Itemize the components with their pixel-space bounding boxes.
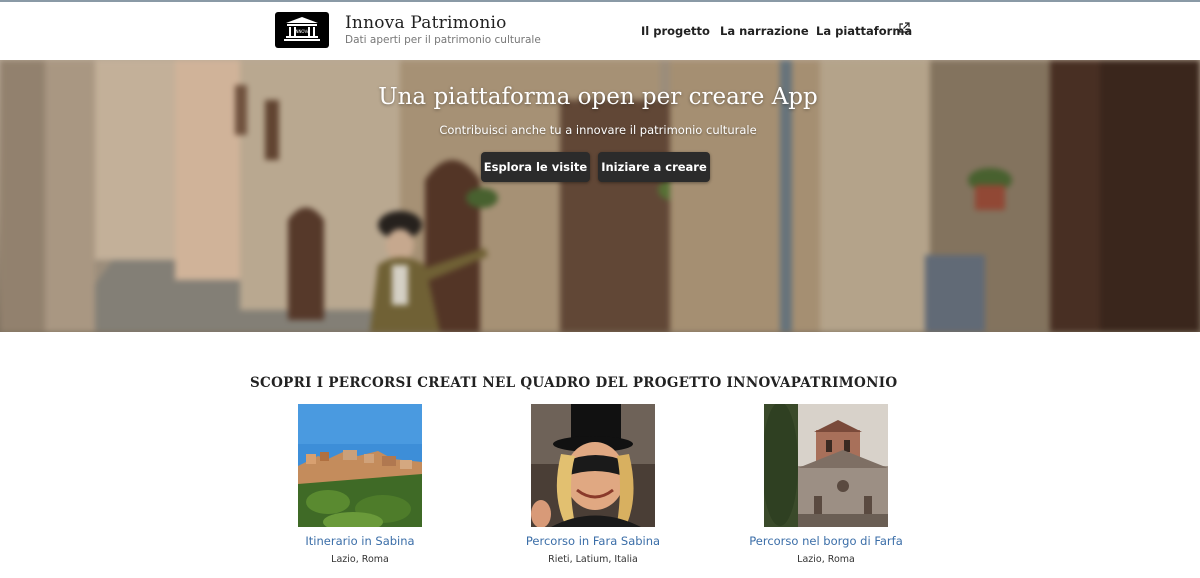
temple-icon: INNOVA [284, 17, 320, 41]
site-logo[interactable]: INNOVA [275, 12, 329, 48]
card-title[interactable]: Percorso in Fara Sabina [483, 534, 703, 548]
start-creating-button[interactable]: Iniziare a creare [598, 152, 710, 182]
explore-visits-button[interactable]: Esplora le visite [481, 152, 590, 182]
hero-subtitle: Contribuisci anche tu a innovare il patr… [439, 123, 757, 137]
external-link-icon [899, 22, 910, 33]
card-title[interactable]: Itinerario in Sabina [250, 534, 470, 548]
card-image-sabina[interactable] [298, 404, 422, 527]
site-header: INNOVA Innova Patrimonio Dati aperti per… [0, 2, 1200, 60]
nav-il-progetto[interactable]: Il progetto [641, 24, 710, 38]
card-image-farfa[interactable] [764, 404, 888, 527]
svg-text:INNOVA: INNOVA [294, 29, 310, 34]
card-image-fara-sabina[interactable] [531, 404, 655, 527]
card-location: Rieti, Latium, Italia [548, 554, 638, 565]
card-title[interactable]: Percorso nel borgo di Farfa [716, 534, 936, 548]
nav-la-narrazione[interactable]: La narrazione [720, 24, 809, 38]
hero-title: Una piattaforma open per creare App [378, 84, 818, 110]
brand-title[interactable]: Innova Patrimonio [345, 13, 507, 33]
card-location: Lazio, Roma [331, 554, 389, 565]
brand-subtitle: Dati aperti per il patrimonio culturale [345, 34, 541, 46]
section-title: SCOPRI I PERCORSI CREATI NEL QUADRO DEL … [250, 375, 898, 391]
card-location: Lazio, Roma [797, 554, 855, 565]
hero-banner: Una piattaforma open per creare App Cont… [0, 60, 1200, 332]
